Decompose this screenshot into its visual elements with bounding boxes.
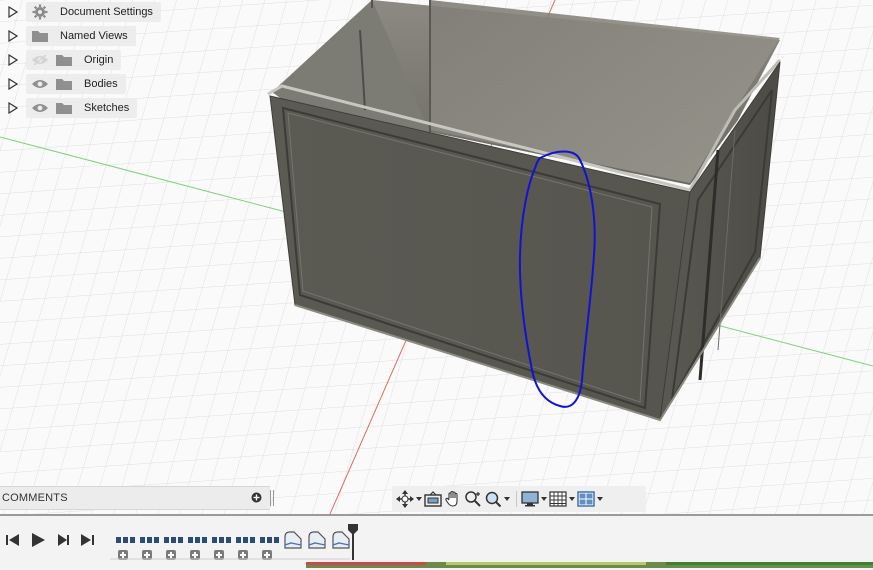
chevron-down-icon[interactable]: [416, 497, 422, 501]
sketch-feature-icon[interactable]: [284, 531, 302, 549]
chevron-down-icon[interactable]: [504, 497, 510, 501]
folder-icon: [54, 52, 74, 68]
timeline-feature-icon[interactable]: [116, 535, 136, 545]
eye-icon[interactable]: [30, 100, 50, 116]
folder-icon: [54, 100, 74, 116]
tree-item-pill: Bodies: [26, 74, 126, 94]
comments-title: COMMENTS: [2, 492, 68, 504]
timeline-feature-icon[interactable]: [236, 535, 256, 545]
skip-to-start-icon[interactable]: [5, 532, 21, 548]
step-forward-icon[interactable]: [55, 532, 71, 548]
tree-item-sketches[interactable]: Sketches: [0, 96, 180, 120]
expand-arrow-icon[interactable]: [6, 77, 20, 91]
timeline-feature-icon[interactable]: [188, 535, 208, 545]
navigation-toolbar: [392, 486, 646, 512]
tree-item-label: Named Views: [60, 30, 128, 42]
skip-to-end-icon[interactable]: [80, 532, 96, 548]
tree-item-pill: Document Settings: [26, 2, 161, 22]
play-icon[interactable]: [30, 532, 46, 548]
display-settings-icon[interactable]: [521, 488, 547, 510]
timeline-feature-icon[interactable]: [212, 535, 232, 545]
expand-arrow-icon[interactable]: [6, 5, 20, 19]
canvas-edge-strip: [306, 562, 873, 568]
sketch-feature-icon[interactable]: [308, 531, 326, 549]
folder-icon: [54, 76, 74, 92]
tree-item-origin[interactable]: Origin: [0, 48, 180, 72]
browser-tree: Document Settings Named Views Origin Bod…: [0, 0, 180, 120]
expand-arrow-icon[interactable]: [6, 101, 20, 115]
grid-icon[interactable]: [549, 488, 575, 510]
tree-item-pill: Sketches: [26, 98, 138, 118]
tree-item-document-settings[interactable]: Document Settings: [0, 0, 180, 24]
tree-item-label: Bodies: [84, 78, 118, 90]
pan-icon[interactable]: [444, 488, 462, 510]
zoom-icon[interactable]: [464, 488, 482, 510]
folder-icon: [30, 28, 50, 44]
plus-circle-icon[interactable]: [251, 492, 262, 503]
toolbar-divider: [516, 491, 517, 507]
eye-hidden-icon[interactable]: [30, 52, 50, 68]
timeline-feature-icon[interactable]: [260, 535, 280, 545]
tree-item-label: Document Settings: [60, 6, 153, 18]
look-at-icon[interactable]: [424, 488, 442, 510]
orbit-icon[interactable]: [396, 488, 422, 510]
expand-arrow-icon[interactable]: [6, 53, 20, 67]
tree-item-label: Origin: [84, 54, 114, 66]
timeline-feature-icon[interactable]: [164, 535, 184, 545]
tree-item-pill: Origin: [26, 50, 122, 70]
timeline-marker[interactable]: [348, 524, 358, 560]
tree-item-bodies[interactable]: Bodies: [0, 72, 180, 96]
timeline-feature-icon[interactable]: [140, 535, 160, 545]
canvas-viewport[interactable]: Document Settings Named Views Origin Bod…: [0, 0, 873, 514]
gear-icon: [30, 4, 50, 20]
viewports-icon[interactable]: [577, 488, 603, 510]
timeline-track: [110, 558, 350, 560]
fit-icon[interactable]: [484, 488, 510, 510]
chevron-down-icon[interactable]: [541, 497, 547, 501]
comments-panel[interactable]: COMMENTS: [0, 486, 274, 510]
tree-item-pill: Named Views: [26, 26, 136, 46]
tree-item-label: Sketches: [84, 102, 130, 114]
panel-resize-grip[interactable]: [270, 490, 274, 506]
chevron-down-icon[interactable]: [597, 497, 603, 501]
expand-arrow-icon[interactable]: [6, 29, 20, 43]
chevron-down-icon[interactable]: [569, 497, 575, 501]
tree-item-named-views[interactable]: Named Views: [0, 24, 180, 48]
eye-icon[interactable]: [30, 76, 50, 92]
